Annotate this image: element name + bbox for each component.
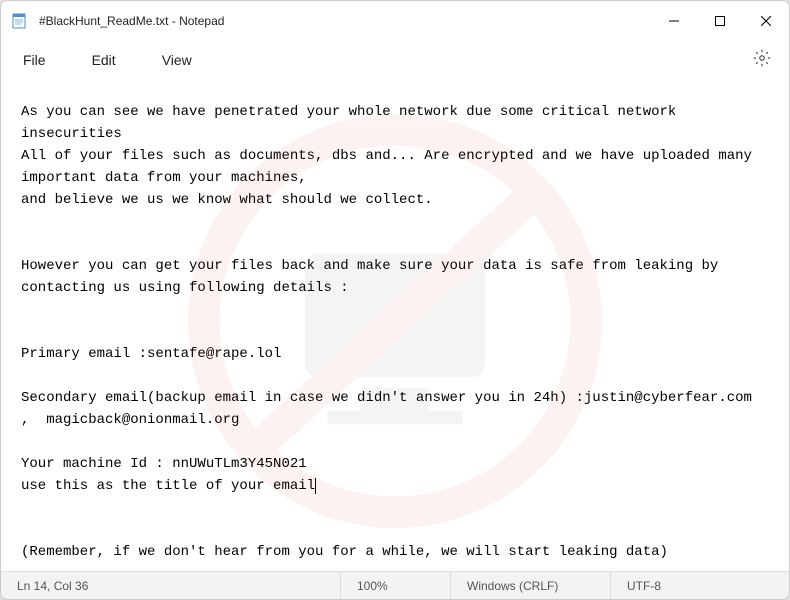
- menu-view[interactable]: View: [154, 48, 200, 72]
- status-zoom[interactable]: 100%: [341, 572, 451, 599]
- window-controls: [651, 1, 789, 41]
- maximize-button[interactable]: [697, 1, 743, 41]
- status-position: Ln 14, Col 36: [1, 572, 341, 599]
- settings-button[interactable]: [749, 45, 775, 76]
- document-text: As you can see we have penetrated your w…: [21, 104, 769, 494]
- menu-edit[interactable]: Edit: [84, 48, 124, 72]
- menu-file[interactable]: File: [15, 48, 54, 72]
- status-encoding: UTF-8: [611, 572, 789, 599]
- window-title: #BlackHunt_ReadMe.txt - Notepad: [39, 14, 651, 28]
- close-button[interactable]: [743, 1, 789, 41]
- notepad-window: #BlackHunt_ReadMe.txt - Notepad File Edi…: [0, 0, 790, 600]
- minimize-button[interactable]: [651, 1, 697, 41]
- notepad-icon: [11, 13, 27, 29]
- text-cursor: [315, 478, 316, 494]
- status-line-ending: Windows (CRLF): [451, 572, 611, 599]
- document-text-after: (Remember, if we don't hear from you for…: [21, 544, 668, 560]
- text-area[interactable]: As you can see we have penetrated your w…: [1, 79, 789, 571]
- titlebar: #BlackHunt_ReadMe.txt - Notepad: [1, 1, 789, 41]
- statusbar: Ln 14, Col 36 100% Windows (CRLF) UTF-8: [1, 571, 789, 599]
- menubar: File Edit View: [1, 41, 789, 79]
